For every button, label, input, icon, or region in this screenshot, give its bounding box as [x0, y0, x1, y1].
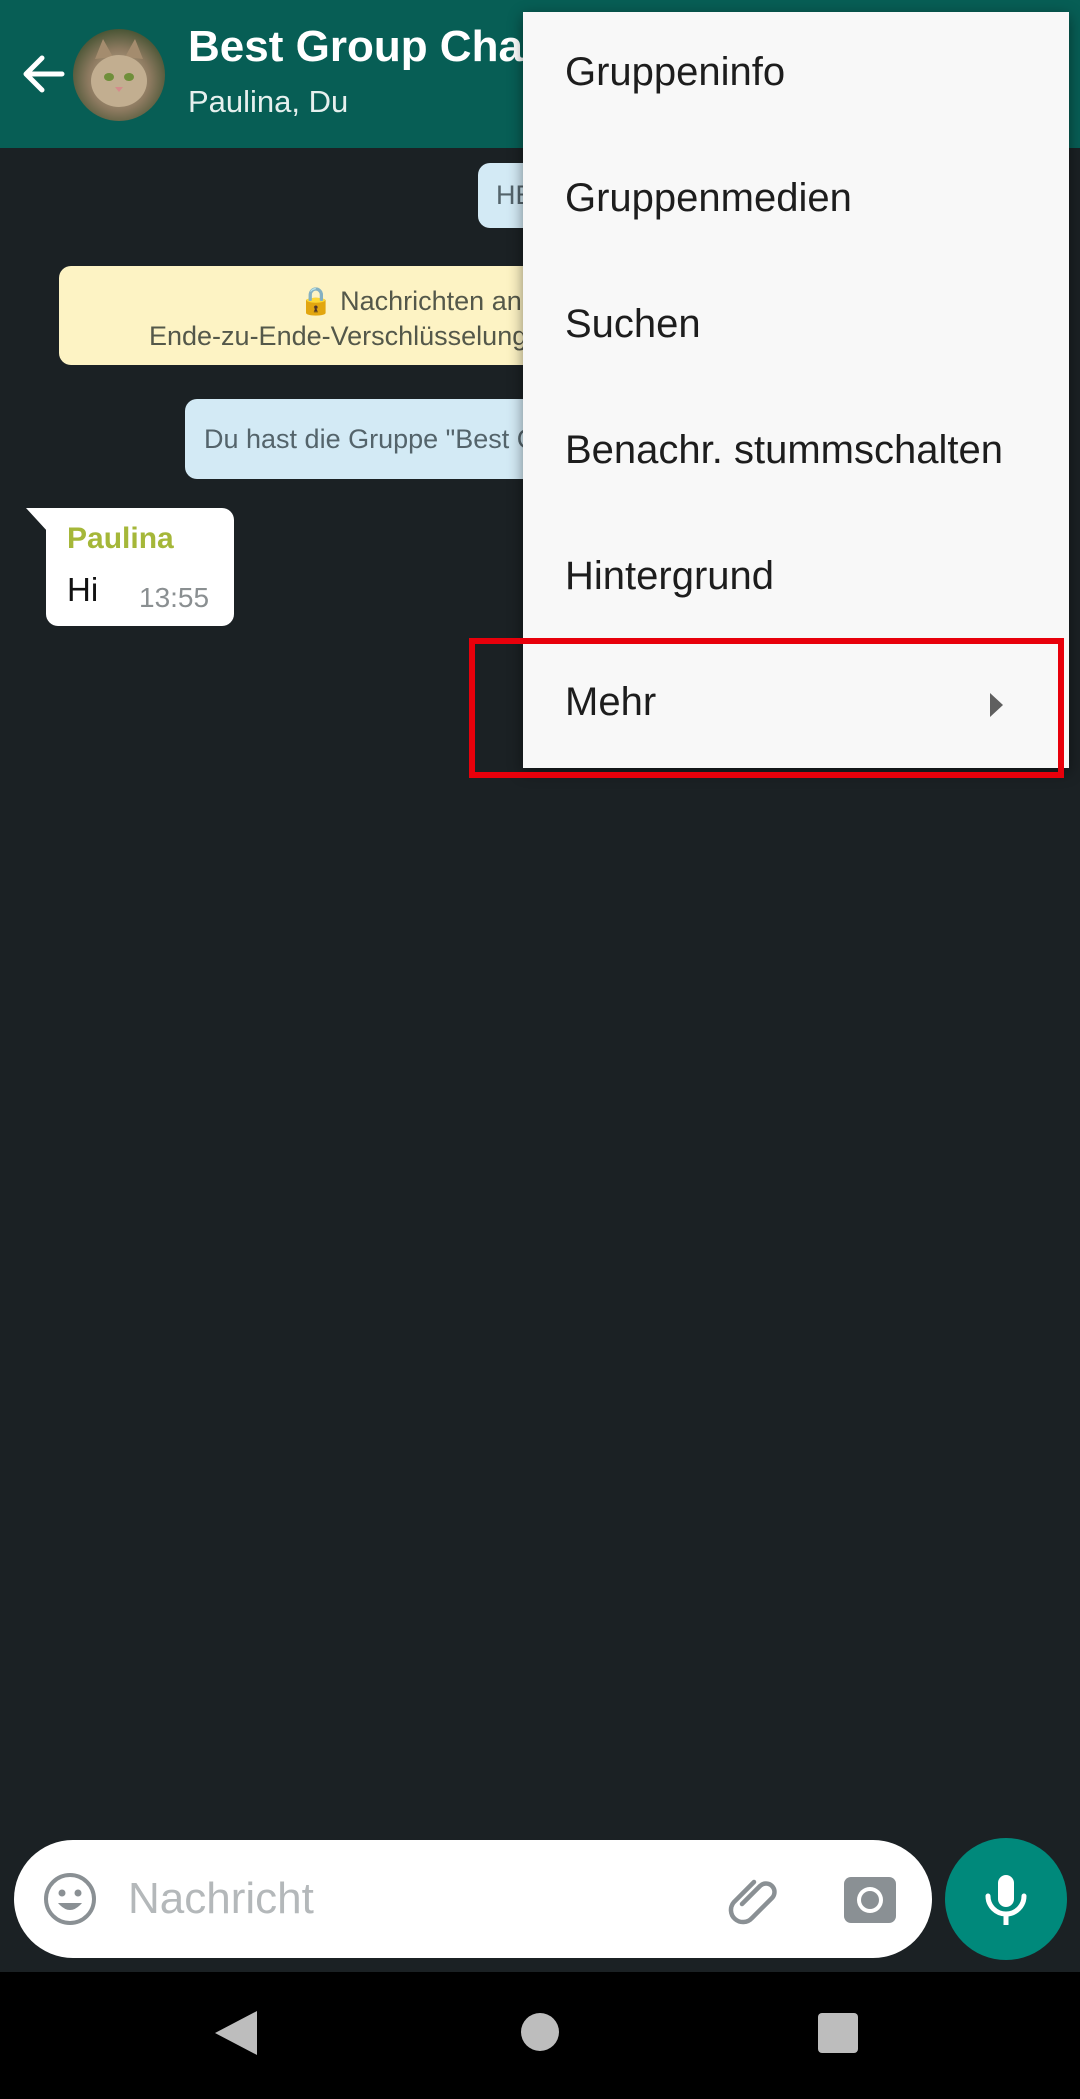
chat-title[interactable]: Best Group Chat: [188, 22, 538, 72]
menu-item-gruppenmedien[interactable]: Gruppenmedien: [523, 138, 1069, 264]
group-created-notice-text: Du hast die Gruppe "Best G: [204, 424, 538, 454]
camera-icon[interactable]: [842, 1873, 898, 1925]
message-input[interactable]: Nachricht: [128, 1874, 314, 1924]
incoming-message[interactable]: Paulina Hi 13:55: [46, 508, 234, 626]
message-sender: Paulina: [67, 522, 174, 555]
nav-recents-icon[interactable]: [818, 2013, 858, 2053]
menu-item-label: Gruppenmedien: [565, 176, 852, 220]
menu-item-label: Benachr. stummschalten: [565, 428, 1003, 472]
menu-item-hintergrund[interactable]: Hintergrund: [523, 516, 1069, 642]
message-tail: [26, 508, 48, 532]
menu-item-label: Gruppeninfo: [565, 50, 786, 94]
message-time: 13:55: [139, 582, 210, 613]
mic-icon: [985, 1875, 1027, 1925]
emoji-icon[interactable]: [42, 1871, 98, 1927]
mic-button[interactable]: [945, 1838, 1067, 1960]
menu-item-gruppeninfo[interactable]: Gruppeninfo: [523, 12, 1069, 138]
nav-home-icon[interactable]: [521, 2013, 559, 2051]
nav-back-icon[interactable]: [215, 2011, 257, 2055]
menu-item-label: Suchen: [565, 302, 701, 346]
menu-item-stummschalten[interactable]: Benachr. stummschalten: [523, 390, 1069, 516]
attach-icon[interactable]: [722, 1868, 784, 1930]
message-text: Hi: [67, 571, 99, 608]
highlight-box: [469, 638, 1064, 778]
menu-item-suchen[interactable]: Suchen: [523, 264, 1069, 390]
back-arrow-icon[interactable]: [14, 44, 74, 104]
system-nav-bar: [0, 1972, 1080, 2099]
menu-item-label: Hintergrund: [565, 554, 775, 598]
message-input-bar: Nachricht: [14, 1840, 932, 1958]
group-avatar[interactable]: [73, 29, 165, 121]
chat-participants[interactable]: Paulina, Du: [188, 84, 348, 120]
